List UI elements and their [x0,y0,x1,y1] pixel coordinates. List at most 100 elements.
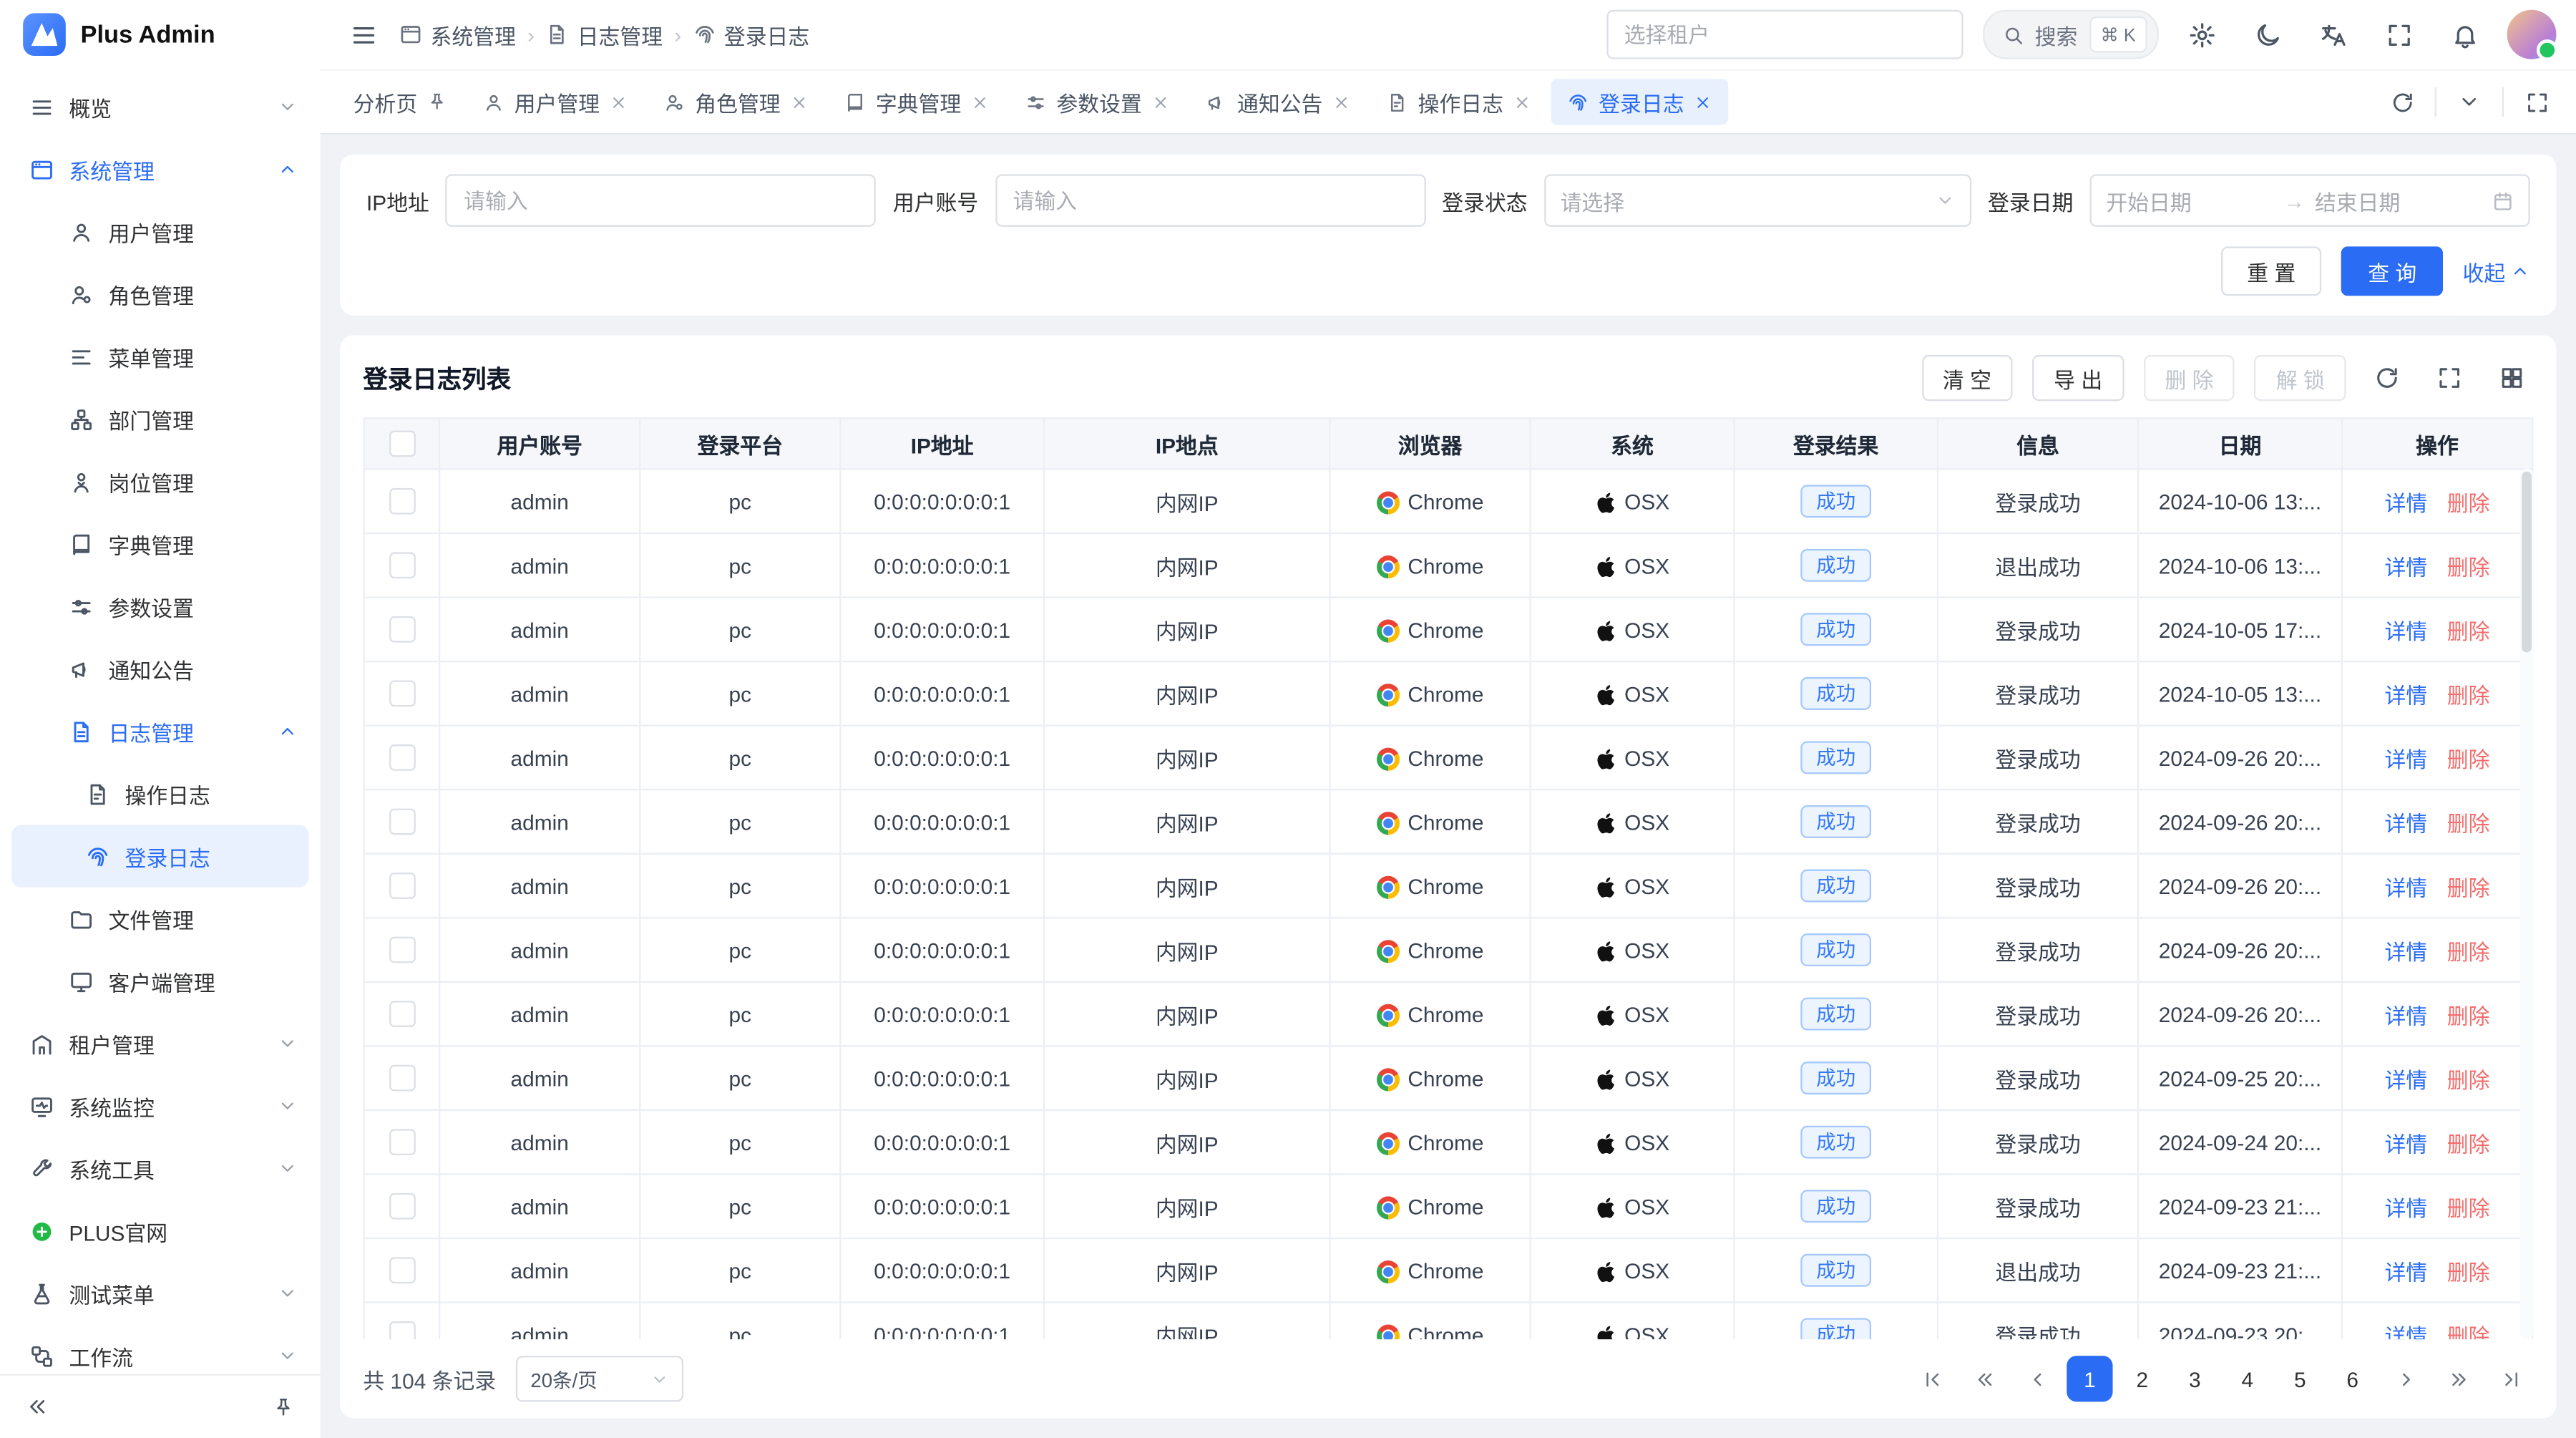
login-status-select[interactable]: 请选择 [1544,174,1971,226]
page-size-select[interactable]: 20条/页 [516,1356,683,1401]
page-button-2[interactable]: 2 [2119,1356,2165,1401]
sidebar-pin-button[interactable] [265,1389,301,1425]
delete-link[interactable]: 删除 [2447,1190,2490,1222]
sidebar-item-system[interactable]: 系统管理 [0,138,321,200]
page-button-1[interactable]: 1 [2067,1356,2112,1401]
delete-link[interactable]: 删除 [2447,614,2490,646]
row-checkbox[interactable] [389,617,415,643]
delete-link[interactable]: 删除 [2447,550,2490,581]
tab-close-icon[interactable] [1152,93,1170,111]
sidebar-item-tools[interactable]: 系统工具 [0,1137,321,1200]
prev-page-button[interactable] [2014,1356,2060,1401]
detail-link[interactable]: 详情 [2384,934,2427,966]
sidebar-collapse-button[interactable] [20,1389,57,1425]
tenant-select-input[interactable] [1606,10,1962,59]
row-checkbox[interactable] [389,937,415,963]
export-button[interactable]: 导 出 [2032,355,2124,401]
sidebar-item-oplog[interactable]: 操作日志 [0,762,321,825]
delete-link[interactable]: 删除 [2447,806,2490,837]
page-button-3[interactable]: 3 [2172,1356,2218,1401]
sidebar-item-monitor[interactable]: 系统监控 [0,1075,321,1137]
fullscreen-button[interactable] [2376,11,2421,57]
tab-dict[interactable]: 字典管理 [828,79,1005,125]
sidebar-item-param[interactable]: 参数设置 [0,575,321,638]
breadcrumb-item-system[interactable]: 系统管理 [399,19,516,50]
delete-link[interactable]: 删除 [2447,1255,2490,1286]
detail-link[interactable]: 详情 [2384,485,2427,517]
sidebar-item-tenant[interactable]: 租户管理 [0,1012,321,1074]
tab-close-icon[interactable] [971,93,989,111]
content-fullscreen-button[interactable] [2514,79,2560,125]
app-logo[interactable]: Plus Admin [0,0,321,69]
column-settings-button[interactable] [2491,356,2534,399]
row-checkbox[interactable] [389,553,415,579]
sidebar-item-plus-site[interactable]: PLUS官网 [0,1200,321,1262]
delete-link[interactable]: 删除 [2447,999,2490,1030]
row-checkbox[interactable] [389,489,415,515]
first-page-button[interactable] [1909,1356,1955,1401]
detail-link[interactable]: 详情 [2384,1127,2427,1158]
row-checkbox[interactable] [389,1258,415,1284]
next-5-pages-button[interactable] [2435,1356,2481,1401]
dark-mode-button[interactable] [2244,11,2290,57]
delete-link[interactable]: 删除 [2447,870,2490,902]
tab-oplog[interactable]: 操作日志 [1370,79,1548,125]
delete-link[interactable]: 删除 [2447,1062,2490,1094]
unlock-button[interactable]: 解 锁 [2255,355,2346,401]
refresh-tab-button[interactable] [2379,79,2424,125]
row-checkbox[interactable] [389,1001,415,1028]
sidebar-item-post[interactable]: 岗位管理 [0,450,321,512]
sidebar-item-loginlog[interactable]: 登录日志 [11,825,309,888]
row-checkbox[interactable] [389,873,415,900]
sidebar-item-dict[interactable]: 字典管理 [0,512,321,575]
detail-link[interactable]: 详情 [2384,1062,2427,1094]
detail-link[interactable]: 详情 [2384,1255,2427,1286]
page-button-6[interactable]: 6 [2330,1356,2376,1401]
next-page-button[interactable] [2382,1356,2428,1401]
tab-param[interactable]: 参数设置 [1009,79,1186,125]
global-search-button[interactable]: 搜索 ⌘ K [1982,10,2159,59]
tab-notice[interactable]: 通知公告 [1189,79,1367,125]
avatar[interactable] [2507,10,2557,59]
row-checkbox[interactable] [389,745,415,772]
reset-button[interactable]: 重 置 [2220,246,2321,296]
scrollbar-thumb[interactable] [2522,472,2532,653]
sidebar-item-file[interactable]: 文件管理 [0,888,321,950]
row-checkbox[interactable] [389,1193,415,1220]
row-checkbox[interactable] [389,681,415,707]
sidebar-item-log[interactable]: 日志管理 [0,700,321,762]
row-checkbox[interactable] [389,809,415,835]
detail-link[interactable]: 详情 [2384,742,2427,774]
ip-address-input[interactable] [446,174,877,226]
detail-link[interactable]: 详情 [2384,999,2427,1030]
tab-close-icon[interactable] [1513,93,1531,111]
sidebar-item-role[interactable]: 角色管理 [0,263,321,325]
detail-link[interactable]: 详情 [2384,1190,2427,1222]
tab-analysis[interactable]: 分析页 [337,79,464,125]
detail-link[interactable]: 详情 [2384,806,2427,837]
page-button-5[interactable]: 5 [2277,1356,2323,1401]
sidebar-item-workflow[interactable]: 工作流 [0,1325,321,1374]
user-account-input[interactable] [995,174,1425,226]
delete-button[interactable]: 删 除 [2144,355,2235,401]
table-refresh-button[interactable] [2366,356,2409,399]
sidebar-item-test[interactable]: 测试菜单 [0,1262,321,1324]
detail-link[interactable]: 详情 [2384,678,2427,709]
clear-button[interactable]: 清 空 [1921,355,2013,401]
tab-close-icon[interactable] [790,93,808,111]
sidebar-item-client[interactable]: 客户端管理 [0,950,321,1012]
detail-link[interactable]: 详情 [2384,614,2427,646]
delete-link[interactable]: 删除 [2447,742,2490,774]
breadcrumb-item-log[interactable]: 日志管理 [546,19,663,50]
row-checkbox[interactable] [389,1065,415,1092]
tab-role[interactable]: 角色管理 [648,79,825,125]
sidebar-item-menu[interactable]: 菜单管理 [0,326,321,388]
login-date-range-picker[interactable]: 开始日期 → 结束日期 [2089,174,2529,226]
select-all-checkbox[interactable] [389,431,415,457]
sidebar-item-notice[interactable]: 通知公告 [0,638,321,700]
detail-link[interactable]: 详情 [2384,870,2427,902]
detail-link[interactable]: 详情 [2384,550,2427,581]
table-fullscreen-button[interactable] [2428,356,2471,399]
menu-toggle-button[interactable] [340,11,386,57]
sidebar-item-user[interactable]: 用户管理 [0,200,321,263]
